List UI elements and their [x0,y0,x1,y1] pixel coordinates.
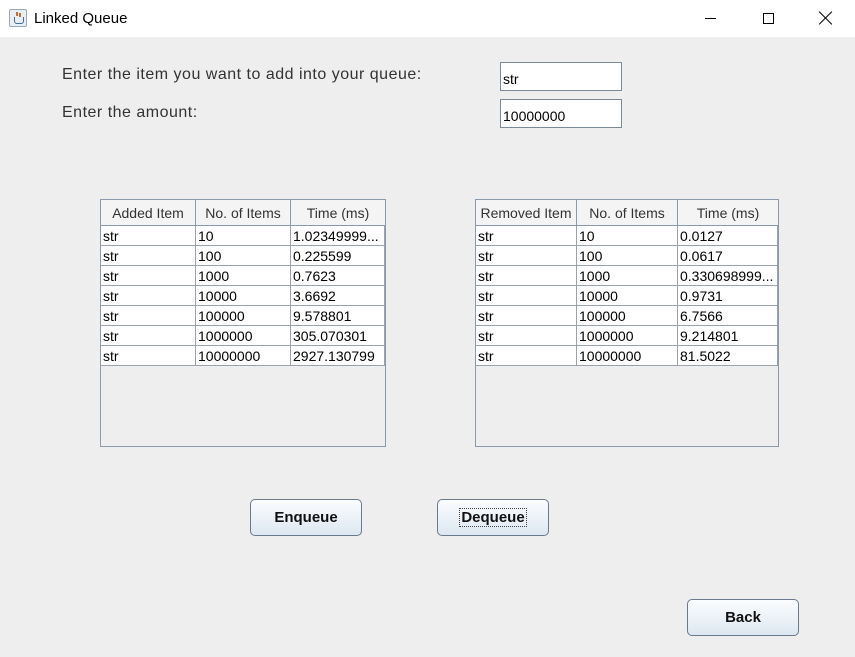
table-cell[interactable]: 81.5022 [678,346,778,366]
table-cell[interactable]: str [476,306,577,326]
table-cell[interactable]: str [476,246,577,266]
table-cell[interactable]: str [101,226,196,246]
table-cell[interactable]: 1000000 [577,326,678,346]
column-header-added-item[interactable]: Added Item [101,200,196,225]
table-row[interactable]: str 1000000 9.214801 [476,326,778,346]
minimize-icon [704,17,716,19]
table-cell[interactable]: str [101,286,196,306]
back-button-label: Back [725,609,761,626]
table-header: Added Item No. of Items Time (ms) [101,200,385,226]
table-body: str 10 1.02349999... str 100 0.225599 str 1000 0… [101,226,385,366]
table-row[interactable]: str 100 0.0617 [476,246,778,266]
table-cell[interactable]: 3.6692 [291,286,385,306]
table-cell[interactable]: 0.330698999... [678,266,778,286]
table-cell[interactable]: str [476,226,577,246]
table-cell[interactable]: 1000 [196,266,291,286]
dequeue-button[interactable]: Dequeue [437,499,549,536]
table-cell[interactable]: 100 [577,246,678,266]
table-cell[interactable]: str [476,266,577,286]
table-row[interactable]: str 1000 0.330698999... [476,266,778,286]
table-row[interactable]: str 1000000 305.070301 [101,326,385,346]
table-cell[interactable]: 2927.130799 [291,346,385,366]
table-row[interactable]: str 100 0.225599 [101,246,385,266]
table-cell[interactable]: str [101,266,196,286]
table-cell[interactable]: 10 [577,226,678,246]
table-cell[interactable]: 0.0127 [678,226,778,246]
table-cell[interactable]: 10000000 [577,346,678,366]
table-cell[interactable]: 100000 [196,306,291,326]
table-row[interactable]: str 100000 6.7566 [476,306,778,326]
table-body: str 10 0.0127 str 100 0.0617 str 1000 0.33069899… [476,226,778,366]
maximize-button[interactable] [739,0,797,36]
table-row[interactable]: str 100000 9.578801 [101,306,385,326]
table-row[interactable]: str 10 0.0127 [476,226,778,246]
table-row[interactable]: str 1000 0.7623 [101,266,385,286]
amount-label: Enter the amount: [62,104,198,121]
window-title: Linked Queue [34,10,128,27]
table-cell[interactable]: 6.7566 [678,306,778,326]
table-cell[interactable]: str [101,246,196,266]
table-cell[interactable]: 0.9731 [678,286,778,306]
amount-input[interactable] [500,99,622,128]
table-cell[interactable]: str [476,326,577,346]
enqueue-button-label: Enqueue [274,509,338,526]
table-cell[interactable]: 305.070301 [291,326,385,346]
table-cell[interactable]: str [101,346,196,366]
table-cell[interactable]: 0.0617 [678,246,778,266]
table-cell[interactable]: 9.214801 [678,326,778,346]
column-header-removed-item[interactable]: Removed Item [476,200,577,225]
table-row[interactable]: str 10000 0.9731 [476,286,778,306]
table-cell[interactable]: 1000000 [196,326,291,346]
table-row[interactable]: str 10 1.02349999... [101,226,385,246]
table-header: Removed Item No. of Items Time (ms) [476,200,778,226]
close-button[interactable] [797,0,855,36]
minimize-button[interactable] [681,0,739,36]
table-cell[interactable]: str [101,326,196,346]
table-cell[interactable]: str [101,306,196,326]
table-cell[interactable]: 10000 [577,286,678,306]
table-cell[interactable]: 9.578801 [291,306,385,326]
table-cell[interactable]: 10000000 [196,346,291,366]
table-cell[interactable]: str [476,286,577,306]
table-cell[interactable]: 10000 [196,286,291,306]
back-button[interactable]: Back [687,599,799,636]
item-input[interactable] [500,62,622,91]
dequeue-button-label: Dequeue [459,508,527,527]
table-cell[interactable]: 10 [196,226,291,246]
table-cell[interactable]: 1.02349999... [291,226,385,246]
table-row[interactable]: str 10000000 81.5022 [476,346,778,366]
column-header-time[interactable]: Time (ms) [678,200,778,225]
title-bar: Linked Queue [0,0,855,37]
table-cell[interactable]: 100000 [577,306,678,326]
table-row[interactable]: str 10000 3.6692 [101,286,385,306]
table-cell[interactable]: str [476,346,577,366]
table-cell[interactable]: 0.225599 [291,246,385,266]
column-header-no-of-items[interactable]: No. of Items [196,200,291,225]
table-row[interactable]: str 10000000 2927.130799 [101,346,385,366]
table-cell[interactable]: 100 [196,246,291,266]
column-header-no-of-items[interactable]: No. of Items [577,200,678,225]
added-items-table[interactable]: Added Item No. of Items Time (ms) str 10 1… [100,199,386,447]
java-coffee-cup-icon [9,9,27,27]
item-label: Enter the item you want to add into your… [62,66,422,83]
maximize-icon [762,12,774,24]
column-header-time[interactable]: Time (ms) [291,200,385,225]
enqueue-button[interactable]: Enqueue [250,499,362,536]
table-cell[interactable]: 0.7623 [291,266,385,286]
close-icon [819,11,833,25]
removed-items-table[interactable]: Removed Item No. of Items Time (ms) str 1… [475,199,779,447]
table-cell[interactable]: 1000 [577,266,678,286]
